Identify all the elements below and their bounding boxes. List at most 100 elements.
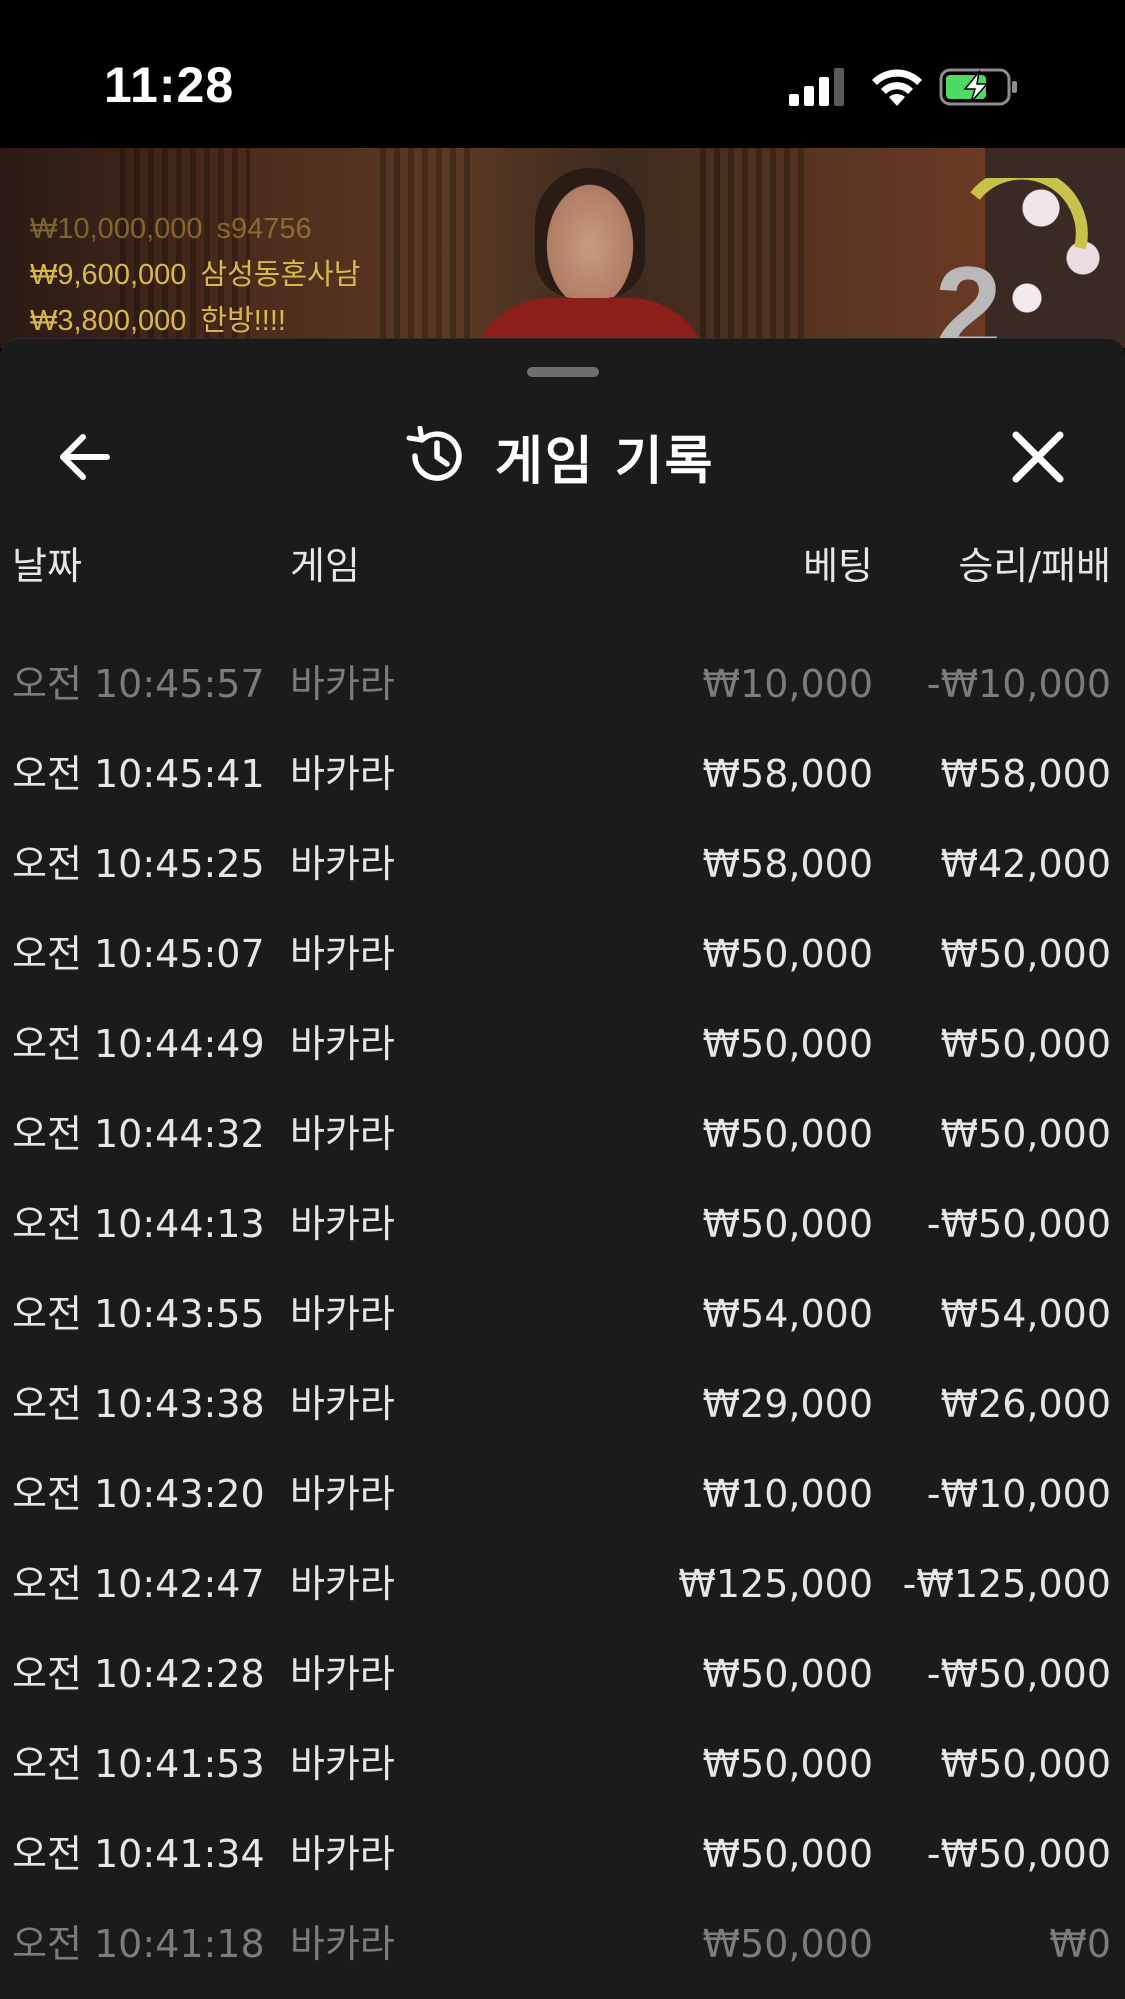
table-row[interactable]: 오전 10:43:20 바카라 ₩10,000 -₩10,000 bbox=[0, 1449, 1125, 1539]
winner-name: 삼성동혼사남 bbox=[200, 259, 361, 291]
close-icon[interactable] bbox=[1008, 427, 1068, 487]
row-game: 바카라 bbox=[290, 1112, 395, 1156]
row-game: 바카라 bbox=[290, 1922, 395, 1966]
table-row[interactable]: 오전 10:45:25 바카라 ₩58,000 ₩42,000 bbox=[0, 819, 1125, 909]
row-time: 오전 10:43:20 bbox=[12, 1472, 265, 1516]
row-result: -₩50,000 bbox=[926, 1202, 1111, 1246]
row-time: 오전 10:44:13 bbox=[12, 1202, 265, 1246]
row-result: ₩0 bbox=[1049, 1922, 1111, 1966]
row-time: 오전 10:42:47 bbox=[12, 1562, 265, 1606]
column-header-result: 승리/패배 bbox=[958, 544, 1111, 588]
row-time: 오전 10:44:32 bbox=[12, 1112, 265, 1156]
row-result: ₩54,000 bbox=[940, 1292, 1111, 1336]
row-bet: ₩58,000 bbox=[702, 842, 873, 886]
row-result: ₩26,000 bbox=[940, 1382, 1111, 1426]
row-time: 오전 10:45:57 bbox=[12, 662, 265, 706]
row-result: -₩10,000 bbox=[926, 662, 1111, 706]
table-row[interactable]: 오전 10:44:32 바카라 ₩50,000 ₩50,000 bbox=[0, 1089, 1125, 1179]
row-time: 오전 10:41:18 bbox=[12, 1922, 265, 1966]
row-result: -₩50,000 bbox=[926, 1832, 1111, 1876]
row-time: 오전 10:41:53 bbox=[12, 1742, 265, 1786]
row-bet: ₩50,000 bbox=[702, 1112, 873, 1156]
row-time: 오전 10:45:25 bbox=[12, 842, 265, 886]
row-time: 오전 10:41:34 bbox=[12, 1832, 265, 1876]
row-game: 바카라 bbox=[290, 1832, 395, 1876]
row-game: 바카라 bbox=[290, 1382, 395, 1426]
status-bar: 11:28 bbox=[0, 0, 1125, 148]
row-bet: ₩50,000 bbox=[702, 1922, 873, 1966]
table-row[interactable]: 오전 10:45:57 바카라 ₩10,000 -₩10,000 bbox=[0, 639, 1125, 729]
video-background-panel bbox=[700, 148, 810, 348]
status-time: 11:28 bbox=[104, 57, 235, 113]
row-bet: ₩54,000 bbox=[702, 1292, 873, 1336]
dealer-image bbox=[535, 168, 645, 298]
table-row[interactable]: 오전 10:41:53 바카라 ₩50,000 ₩50,000 bbox=[0, 1719, 1125, 1809]
countdown-number: 2 bbox=[935, 242, 1002, 348]
row-game: 바카라 bbox=[290, 1742, 395, 1786]
row-result: ₩50,000 bbox=[940, 1742, 1111, 1786]
arrow-left-icon[interactable] bbox=[55, 429, 115, 485]
row-game: 바카라 bbox=[290, 1292, 395, 1336]
row-result: -₩50,000 bbox=[926, 1652, 1111, 1696]
row-result: ₩50,000 bbox=[940, 932, 1111, 976]
table-row[interactable]: 오전 10:42:47 바카라 ₩125,000 -₩125,000 bbox=[0, 1539, 1125, 1629]
video-background-panel bbox=[380, 148, 470, 348]
row-time: 오전 10:43:38 bbox=[12, 1382, 265, 1426]
row-bet: ₩50,000 bbox=[702, 1832, 873, 1876]
winners-list: ₩10,000,000 s94756 ₩9,600,000 삼성동혼사남 ₩3,80… bbox=[30, 206, 374, 344]
row-result: ₩42,000 bbox=[940, 842, 1111, 886]
table-row[interactable]: 오전 10:43:55 바카라 ₩54,000 ₩54,000 bbox=[0, 1269, 1125, 1359]
table-row[interactable]: 오전 10:44:49 바카라 ₩50,000 ₩50,000 bbox=[0, 999, 1125, 1089]
winner-amount: ₩10,000,000 bbox=[30, 213, 203, 245]
sheet-title-group: 게임 기록 bbox=[405, 421, 715, 492]
row-game: 바카라 bbox=[290, 1202, 395, 1246]
live-video: 2 ₩10,000,000 s94756 ₩9,600,000 삼성동혼사남 ₩3,… bbox=[0, 148, 1125, 348]
row-game: 바카라 bbox=[290, 1472, 395, 1516]
sheet-grabber[interactable] bbox=[527, 367, 599, 377]
battery-charging-icon bbox=[939, 68, 1017, 106]
history-table: 오전 10:45:57 바카라 ₩10,000 -₩10,000 오전 10:4… bbox=[0, 639, 1125, 1989]
table-row[interactable]: 오전 10:41:34 바카라 ₩50,000 -₩50,000 bbox=[0, 1809, 1125, 1899]
row-bet: ₩50,000 bbox=[702, 1022, 873, 1066]
row-game: 바카라 bbox=[290, 932, 395, 976]
row-game: 바카라 bbox=[290, 1652, 395, 1696]
row-bet: ₩125,000 bbox=[678, 1562, 873, 1606]
table-row[interactable]: 오전 10:44:13 바카라 ₩50,000 -₩50,000 bbox=[0, 1179, 1125, 1269]
row-game: 바카라 bbox=[290, 752, 395, 796]
column-header-bet: 베팅 bbox=[803, 544, 873, 588]
row-bet: ₩50,000 bbox=[702, 932, 873, 976]
cellular-signal-icon bbox=[789, 68, 844, 106]
row-time: 오전 10:43:55 bbox=[12, 1292, 265, 1336]
winner-name: s94756 bbox=[216, 213, 312, 245]
row-time: 오전 10:45:07 bbox=[12, 932, 265, 976]
table-row[interactable]: 오전 10:45:41 바카라 ₩58,000 ₩58,000 bbox=[0, 729, 1125, 819]
wifi-icon bbox=[872, 69, 922, 106]
row-result: ₩50,000 bbox=[940, 1022, 1111, 1066]
winner-entry: ₩10,000,000 s94756 bbox=[30, 206, 374, 252]
game-history-sheet: 게임 기록 날짜 게임 베팅 승리/패배 오전 10:45:57 바카라 ₩10… bbox=[0, 338, 1125, 1999]
row-time: 오전 10:42:28 bbox=[12, 1652, 265, 1696]
row-result: ₩50,000 bbox=[940, 1112, 1111, 1156]
row-bet: ₩29,000 bbox=[702, 1382, 873, 1426]
table-row[interactable]: 오전 10:42:28 바카라 ₩50,000 -₩50,000 bbox=[0, 1629, 1125, 1719]
column-header-date: 날짜 bbox=[12, 544, 82, 588]
row-game: 바카라 bbox=[290, 842, 395, 886]
row-time: 오전 10:45:41 bbox=[12, 752, 265, 796]
winner-name: 한방!!!! bbox=[200, 305, 286, 337]
table-row[interactable]: 오전 10:43:38 바카라 ₩29,000 ₩26,000 bbox=[0, 1359, 1125, 1449]
row-bet: ₩50,000 bbox=[702, 1202, 873, 1246]
table-row[interactable]: 오전 10:45:07 바카라 ₩50,000 ₩50,000 bbox=[0, 909, 1125, 999]
winner-amount: ₩3,800,000 bbox=[30, 305, 187, 337]
row-result: -₩10,000 bbox=[926, 1472, 1111, 1516]
sheet-title: 게임 기록 bbox=[495, 431, 715, 492]
row-bet: ₩10,000 bbox=[702, 662, 873, 706]
row-time: 오전 10:44:49 bbox=[12, 1022, 265, 1066]
column-header-game: 게임 bbox=[290, 544, 360, 588]
sheet-header: 게임 기록 bbox=[0, 399, 1125, 509]
row-bet: ₩50,000 bbox=[702, 1652, 873, 1696]
table-row[interactable]: 오전 10:41:18 바카라 ₩50,000 ₩0 bbox=[0, 1899, 1125, 1989]
row-result: ₩58,000 bbox=[940, 752, 1111, 796]
row-game: 바카라 bbox=[290, 1022, 395, 1066]
winner-entry: ₩9,600,000 삼성동혼사남 bbox=[30, 252, 374, 298]
row-game: 바카라 bbox=[290, 1562, 395, 1606]
